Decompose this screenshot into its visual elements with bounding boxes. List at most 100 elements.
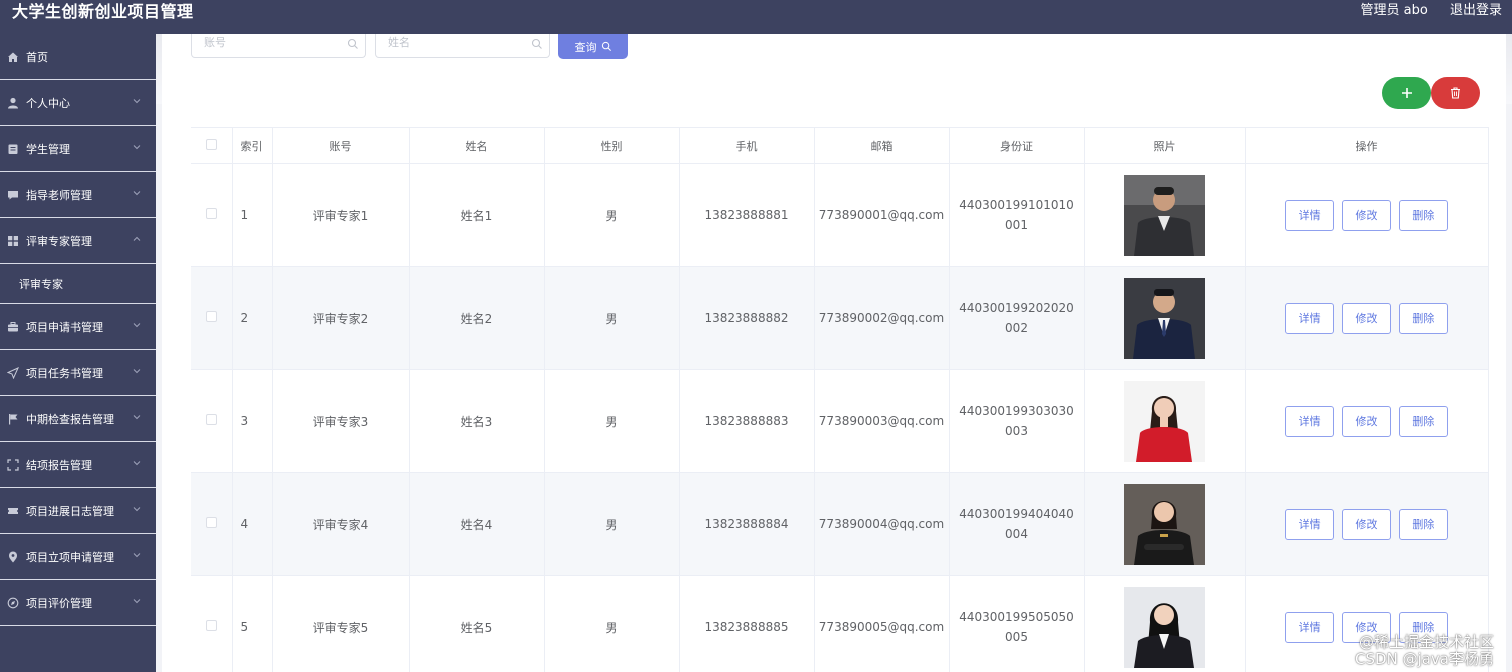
trash-icon — [1451, 87, 1460, 99]
table-row: 3 评审专家3 姓名3 男 13823888883 773890003@qq.c… — [191, 369, 1489, 473]
name-search-input[interactable]: 姓名 — [375, 34, 550, 58]
column-header: 身份证 — [949, 127, 1085, 164]
logout-link[interactable]: 退出登录 — [1450, 3, 1502, 18]
sidebar-item-home[interactable]: 首页 — [0, 34, 156, 80]
detail-button[interactable]: 详情 — [1285, 405, 1335, 437]
account-cell: 评审专家4 — [272, 472, 410, 576]
expert-photo — [1124, 380, 1205, 462]
index-cell: 2 — [232, 266, 273, 370]
actions-cell: 详情 修改 删除 — [1245, 369, 1489, 473]
row-checkbox[interactable] — [205, 517, 217, 528]
idcard-cell: 440300199404040004 — [949, 472, 1085, 576]
table-row: 2 评审专家2 姓名2 男 13823888882 773890002@qq.c… — [191, 266, 1489, 370]
detail-button[interactable]: 详情 — [1285, 302, 1335, 334]
sidebar-item-tasks[interactable]: 项目任务书管理 — [0, 350, 156, 396]
account-cell: 评审专家1 — [272, 163, 410, 267]
expert-photo — [1124, 277, 1205, 359]
gender-cell: 男 — [544, 163, 680, 267]
row-select-cell — [191, 163, 233, 267]
delete-button[interactable]: 删除 — [1398, 199, 1448, 231]
grid-icon — [6, 234, 20, 248]
email-cell: 773890002@qq.com — [814, 266, 950, 370]
name-cell: 姓名3 — [409, 369, 545, 473]
row-checkbox[interactable] — [205, 620, 217, 631]
chevron-down-icon — [133, 507, 141, 512]
column-header: 照片 — [1084, 127, 1246, 164]
account-cell: 评审专家2 — [272, 266, 410, 370]
sidebar-subitem-experts[interactable]: 评审专家 — [0, 264, 156, 304]
row-checkbox[interactable] — [205, 414, 217, 425]
edit-button[interactable]: 修改 — [1342, 199, 1391, 231]
row-checkbox[interactable] — [205, 311, 217, 322]
location-icon — [6, 550, 20, 564]
chevron-down-icon — [133, 323, 141, 328]
detail-button[interactable]: 详情 — [1285, 508, 1335, 540]
batch-delete-button[interactable] — [1431, 77, 1480, 109]
sidebar-item-students[interactable]: 学生管理 — [0, 126, 156, 172]
account-cell: 评审专家5 — [272, 575, 410, 672]
name-cell: 姓名2 — [409, 266, 545, 370]
sidebar-item-label: 指导老师管理 — [26, 188, 92, 202]
delete-button[interactable]: 删除 — [1398, 405, 1448, 437]
chevron-down-icon — [133, 369, 141, 374]
chevron-down-icon — [133, 99, 141, 104]
edit-button[interactable]: 修改 — [1342, 508, 1391, 540]
delete-button[interactable]: 删除 — [1398, 508, 1448, 540]
app-title: 大学生创新创业项目管理 — [12, 2, 194, 21]
user-icon — [6, 96, 20, 110]
detail-button[interactable]: 详情 — [1285, 199, 1335, 231]
detail-button[interactable]: 详情 — [1285, 611, 1335, 643]
sidebar-item-label: 项目立项申请管理 — [26, 550, 114, 564]
row-checkbox[interactable] — [205, 208, 217, 219]
student-icon — [6, 142, 20, 156]
experts-table: 索引 账号 姓名 性别 手机 邮箱 身份证 照片 操作 1 评审专家1 姓名1 — [191, 127, 1489, 672]
top-right-area: 管理员 abo 退出登录 — [1343, 2, 1502, 20]
top-bar: 大学生创新创业项目管理 管理员 abo 退出登录 — [0, 0, 1512, 34]
search-icon — [531, 38, 542, 49]
chevron-down-icon — [133, 553, 141, 558]
plus-icon — [1401, 88, 1412, 98]
sidebar-item-experts[interactable]: 评审专家管理 — [0, 218, 156, 264]
table-row: 4 评审专家4 姓名4 男 13823888884 773890004@qq.c… — [191, 472, 1489, 576]
briefcase-icon — [6, 320, 20, 334]
account-cell: 评审专家3 — [272, 369, 410, 473]
gender-cell: 男 — [544, 369, 680, 473]
content-panel: 账号 姓名 查询 索引 账号 姓名 性别 手机 邮箱 身份证 照片 操作 1 评… — [162, 34, 1506, 672]
actions-cell: 详情 修改 删除 — [1245, 472, 1489, 576]
watermark-line: @稀土掘金技术社区 — [1358, 633, 1494, 651]
idcard-cell: 440300199101010001 — [949, 163, 1085, 267]
sidebar-item-label: 项目申请书管理 — [26, 320, 103, 334]
column-header: 操作 — [1245, 127, 1489, 164]
chat-icon — [6, 188, 20, 202]
table-header-row: 索引 账号 姓名 性别 手机 邮箱 身份证 照片 操作 — [191, 127, 1489, 164]
main-content: 账号 姓名 查询 索引 账号 姓名 性别 手机 邮箱 身份证 照片 操作 1 评… — [156, 34, 1512, 672]
sidebar-item-final-report[interactable]: 结项报告管理 — [0, 442, 156, 488]
delete-button[interactable]: 删除 — [1398, 302, 1448, 334]
column-header: 性别 — [544, 127, 680, 164]
sidebar-item-personal-center[interactable]: 个人中心 — [0, 80, 156, 126]
query-button[interactable]: 查询 — [558, 34, 628, 59]
admin-label[interactable]: 管理员 abo — [1361, 3, 1428, 18]
sidebar-item-progress-log[interactable]: 项目进展日志管理 — [0, 488, 156, 534]
sidebar-item-teachers[interactable]: 指导老师管理 — [0, 172, 156, 218]
select-all-cell — [191, 127, 233, 164]
sidebar-item-label: 首页 — [26, 50, 48, 64]
index-cell: 4 — [232, 472, 273, 576]
phone-cell: 13823888885 — [679, 575, 815, 672]
idcard-cell: 440300199505050005 — [949, 575, 1085, 672]
chevron-down-icon — [133, 599, 141, 604]
edit-button[interactable]: 修改 — [1342, 405, 1391, 437]
sidebar-item-label: 评审专家管理 — [26, 234, 92, 248]
sidebar-item-applications[interactable]: 项目申请书管理 — [0, 304, 156, 350]
sidebar-item-midterm[interactable]: 中期检查报告管理 — [0, 396, 156, 442]
account-search-input[interactable]: 账号 — [191, 34, 366, 58]
add-button[interactable] — [1382, 77, 1431, 109]
expert-photo — [1124, 586, 1205, 668]
sidebar-item-evaluation[interactable]: 项目评价管理 — [0, 580, 156, 626]
select-all-checkbox[interactable] — [205, 138, 217, 150]
sidebar-item-approval[interactable]: 项目立项申请管理 — [0, 534, 156, 580]
row-select-cell — [191, 472, 233, 576]
ticket-icon — [6, 504, 20, 518]
edit-button[interactable]: 修改 — [1342, 302, 1391, 334]
chevron-down-icon — [133, 191, 141, 196]
